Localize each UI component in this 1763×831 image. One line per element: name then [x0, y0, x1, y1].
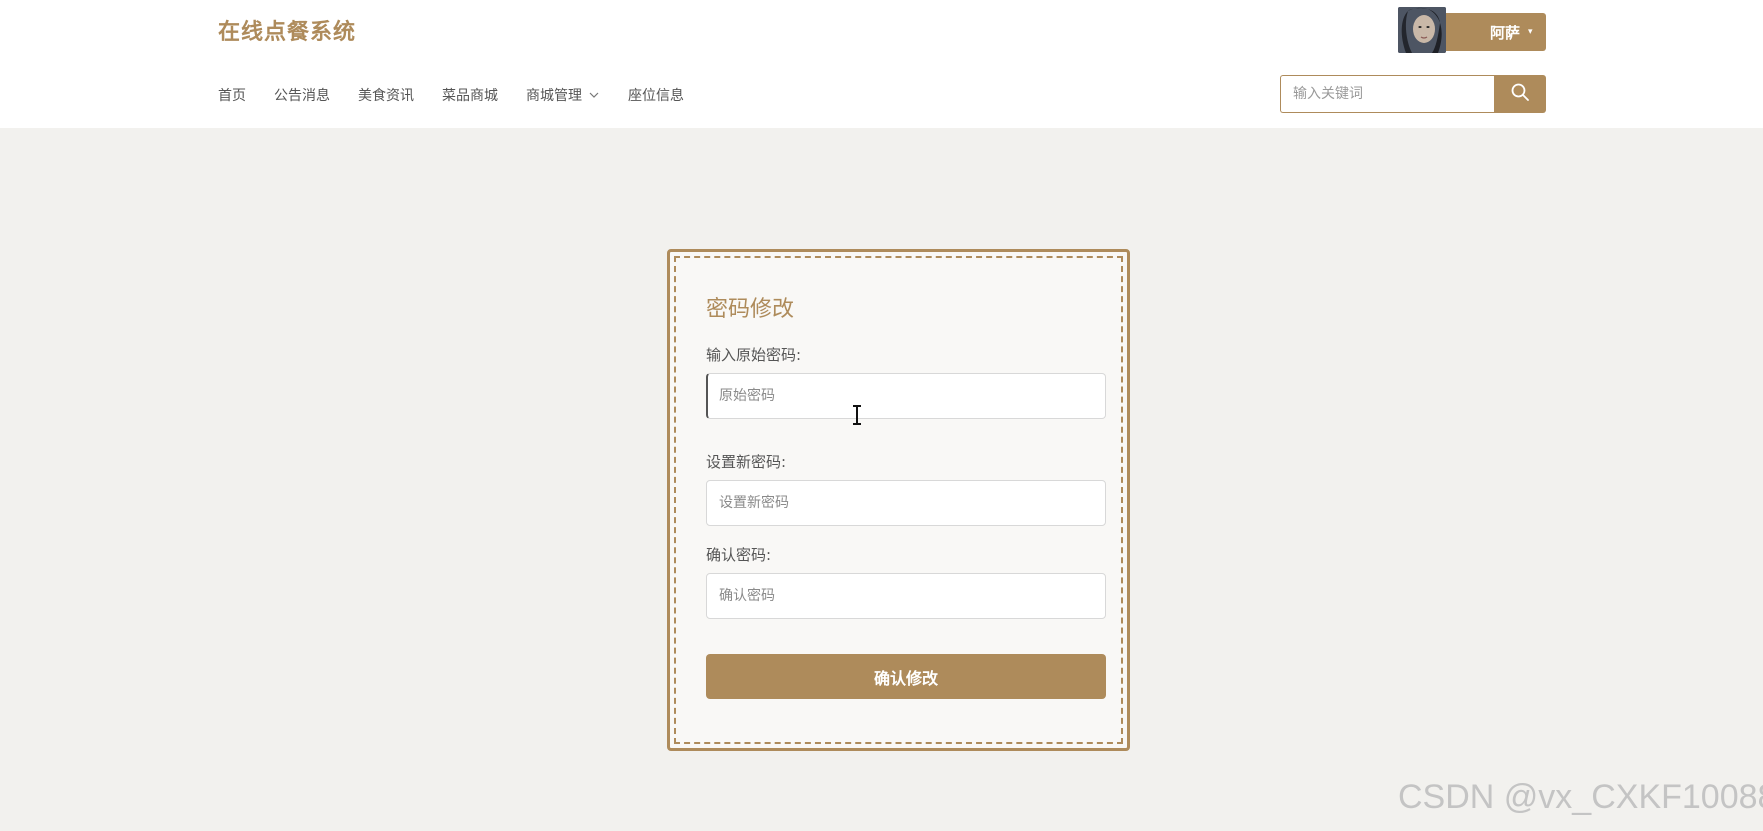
nav-item-food-news[interactable]: 美食资讯 [358, 85, 414, 105]
search-icon [1510, 82, 1530, 106]
nav-item-label: 座位信息 [628, 88, 684, 104]
main-nav: 首页 公告消息 美食资讯 菜品商城 商城管理 座位信息 [218, 84, 712, 106]
user-avatar [1398, 7, 1446, 53]
nav-item-label: 美食资讯 [358, 88, 414, 104]
confirm-password-input[interactable] [706, 573, 1106, 619]
new-password-input[interactable] [706, 480, 1106, 526]
nav-item-seat-info[interactable]: 座位信息 [628, 85, 684, 105]
nav-item-announcements[interactable]: 公告消息 [274, 85, 330, 105]
user-menu-button[interactable]: 阿萨 ▾ [1398, 7, 1546, 53]
nav-item-label: 商城管理 [526, 88, 582, 104]
nav-item-label: 首页 [218, 88, 246, 104]
confirm-change-button[interactable]: 确认修改 [706, 654, 1106, 699]
card-dashed-border: 密码修改 输入原始密码: 设置新密码: 确认密码: 确认修改 [674, 256, 1123, 744]
nav-item-label: 公告消息 [274, 88, 330, 104]
form-title: 密码修改 [706, 297, 795, 322]
old-password-input[interactable] [706, 373, 1106, 419]
nav-item-label: 菜品商城 [442, 88, 498, 104]
caret-down-icon: ▾ [1528, 27, 1533, 37]
old-password-label: 输入原始密码: [706, 346, 802, 364]
search-input[interactable] [1280, 75, 1494, 113]
confirm-password-label: 确认密码: [706, 546, 772, 564]
user-name: 阿萨 [1490, 23, 1521, 42]
password-change-card: 密码修改 输入原始密码: 设置新密码: 确认密码: 确认修改 [667, 249, 1130, 751]
search-bar [1280, 75, 1546, 113]
nav-item-shop-management[interactable]: 商城管理 [526, 85, 600, 105]
watermark-text: CSDN @vx_CXKF10088 [1398, 778, 1763, 816]
app-logo-title[interactable]: 在线点餐系统 [218, 14, 356, 46]
top-header: 在线点餐系统 阿萨 ▾ 首页 公告消息 美食资讯 菜品商城 商城管理 座位信息 … [0, 0, 1763, 128]
nav-item-dish-shop[interactable]: 菜品商城 [442, 85, 498, 105]
new-password-label: 设置新密码: [706, 453, 787, 471]
search-button[interactable] [1494, 75, 1546, 113]
nav-item-home[interactable]: 首页 [218, 85, 246, 105]
chevron-down-icon [588, 89, 600, 101]
text-cursor-icon [852, 405, 862, 425]
